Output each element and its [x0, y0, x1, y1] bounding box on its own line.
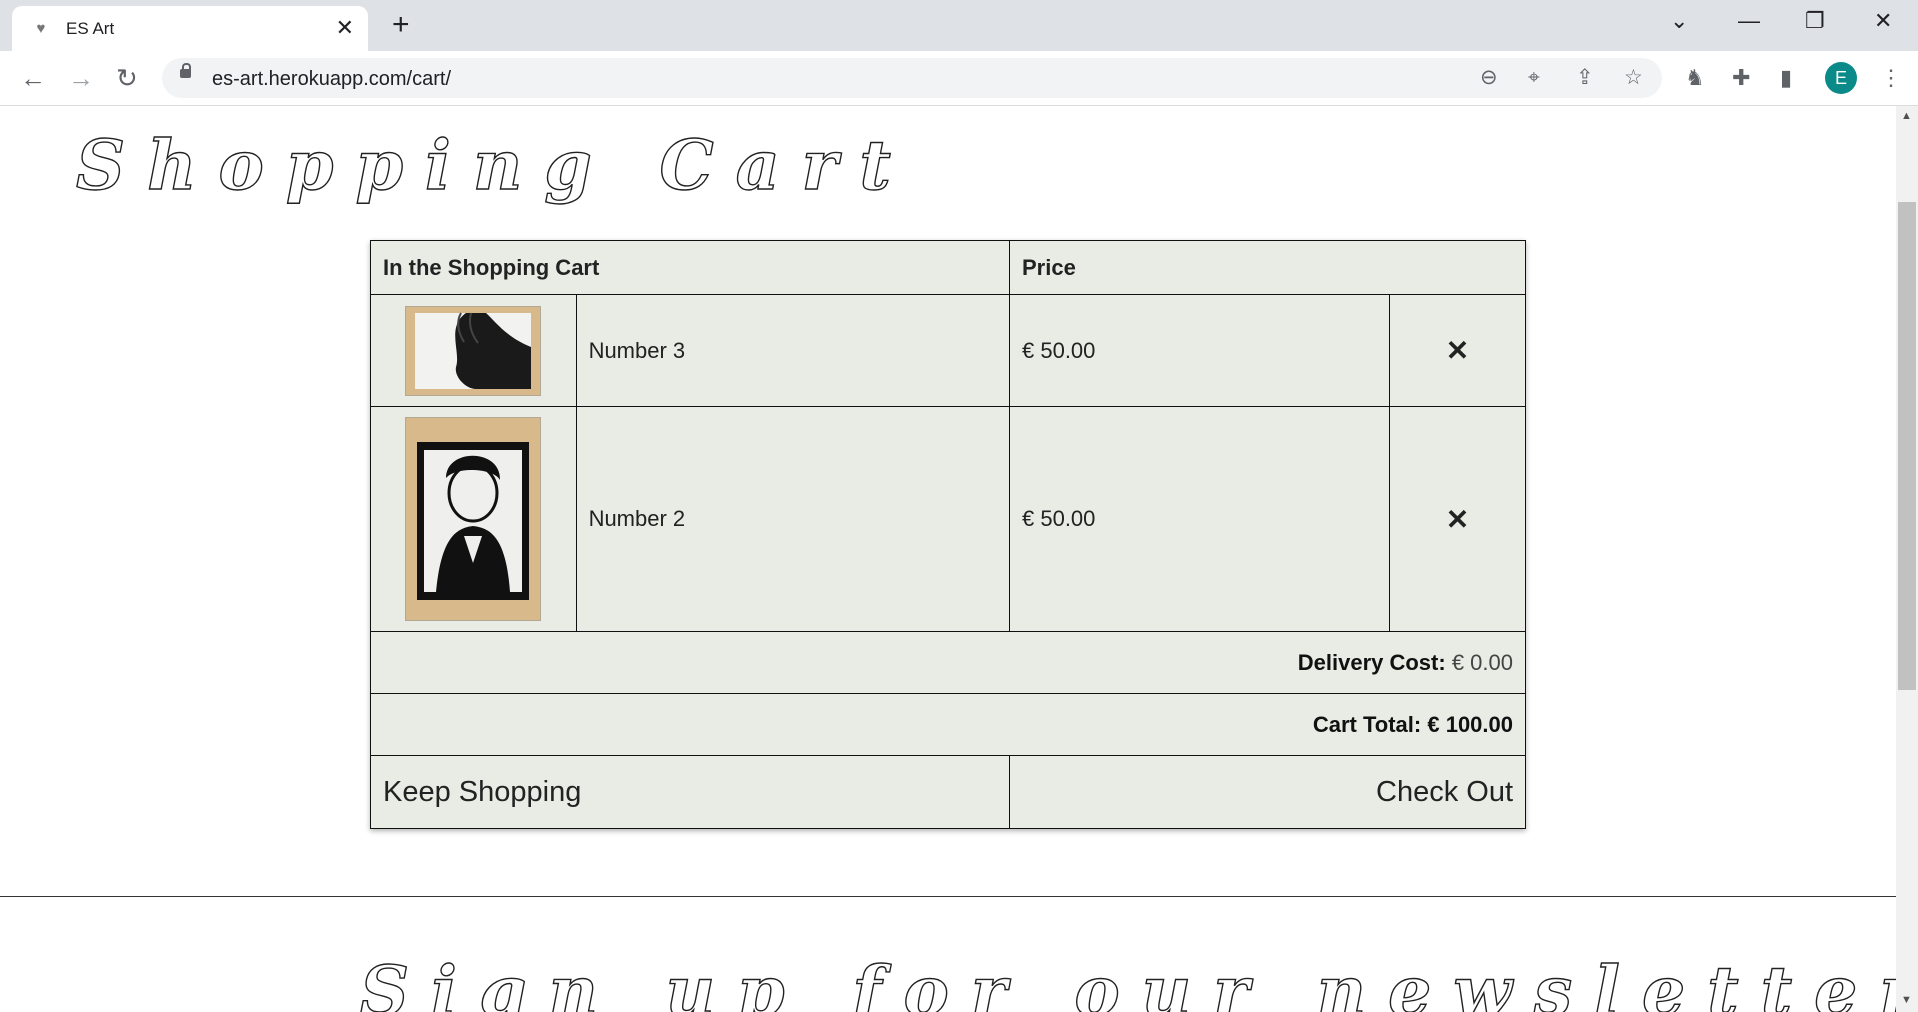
page-content: Shopping Cart In the Shopping Cart Price… — [0, 106, 1896, 1012]
remove-item-icon[interactable]: ✕ — [1389, 406, 1526, 632]
tab-title: ES Art — [66, 19, 115, 38]
restore-button[interactable]: ❐ — [1805, 8, 1825, 34]
total-row: Cart Total: € 100.00 — [370, 693, 1526, 756]
item-price: € 50.00 — [1009, 294, 1390, 407]
lock-icon[interactable] — [180, 63, 191, 78]
minimize-button[interactable]: — — [1738, 8, 1760, 34]
total-value: € 100.00 — [1427, 711, 1513, 737]
item-thumbnail-cell — [370, 406, 577, 632]
scroll-down-icon[interactable]: ▼ — [1901, 994, 1912, 1006]
item-name[interactable]: Number 2 — [575, 406, 1011, 632]
tab-search-icon[interactable]: ⌄ — [1670, 8, 1688, 34]
item-price: € 50.00 — [1009, 406, 1390, 632]
scrollbar-thumb[interactable] — [1898, 202, 1916, 690]
footer-divider — [0, 896, 1896, 897]
artwork-thumbnail-number-2[interactable] — [405, 417, 542, 621]
page-scrollbar[interactable]: ▲ ▼ — [1896, 106, 1918, 1012]
delivery-row: Delivery Cost: € 0.00 — [370, 631, 1526, 694]
check-out-link[interactable]: Check Out — [1009, 755, 1526, 829]
item-column-header: In the Shopping Cart — [370, 240, 1010, 295]
profile-avatar[interactable]: E — [1825, 62, 1857, 94]
delivery-label: Delivery Cost: — [1297, 649, 1446, 675]
url-text[interactable]: es-art.herokuapp.com/cart/ — [212, 68, 451, 91]
cart-table: In the Shopping Cart Price Number 3 € 50… — [370, 240, 1526, 829]
price-column-header: Price — [1009, 240, 1526, 295]
side-panel-icon[interactable]: ▮ — [1780, 65, 1792, 91]
tab-strip: ♥ ES Art ✕ + ⌄ — ❐ ✕ — [0, 0, 1918, 51]
extension-unicorn-icon[interactable]: ♞ — [1685, 65, 1705, 91]
new-tab-button[interactable]: + — [392, 10, 410, 40]
close-window-button[interactable]: ✕ — [1874, 8, 1892, 34]
scroll-up-icon[interactable]: ▲ — [1901, 110, 1912, 122]
item-thumbnail-cell — [370, 294, 577, 407]
table-row: Number 3 € 50.00 ✕ — [370, 294, 1526, 407]
actions-row: Keep Shopping Check Out — [370, 755, 1526, 829]
share-icon[interactable]: ⇪ — [1576, 66, 1594, 90]
newsletter-heading: Sign up for our newsletter — [359, 951, 1896, 1012]
delivery-value: € 0.00 — [1451, 649, 1513, 675]
browser-toolbar: ← → ↻ es-art.herokuapp.com/cart/ ⊖ ⌖ ⇪ ☆… — [0, 51, 1918, 106]
browser-tab[interactable]: ♥ ES Art ✕ — [12, 6, 368, 51]
total-cell: Cart Total: € 100.00 — [370, 693, 1526, 756]
keep-shopping-link[interactable]: Keep Shopping — [370, 755, 1010, 829]
menu-kebab-icon[interactable]: ⋮ — [1880, 65, 1902, 91]
close-tab-icon[interactable]: ✕ — [336, 16, 354, 40]
zoom-icon[interactable]: ⊖ — [1480, 66, 1498, 90]
site-favicon-icon: ♥ — [36, 20, 46, 37]
remove-item-icon[interactable]: ✕ — [1389, 294, 1526, 407]
item-name[interactable]: Number 3 — [575, 294, 1011, 407]
page-title: Shopping Cart — [75, 125, 913, 206]
forward-icon[interactable]: → — [68, 63, 94, 93]
total-label: Cart Total: — [1312, 711, 1422, 737]
reload-icon[interactable]: ↻ — [116, 63, 138, 93]
address-bar[interactable]: es-art.herokuapp.com/cart/ ⊖ ⌖ ⇪ ☆ — [162, 58, 1662, 98]
location-icon[interactable]: ⌖ — [1528, 66, 1540, 90]
delivery-cell: Delivery Cost: € 0.00 — [370, 631, 1526, 694]
bookmark-star-icon[interactable]: ☆ — [1624, 66, 1643, 90]
back-icon[interactable]: ← — [20, 63, 46, 93]
artwork-thumbnail-number-3[interactable] — [405, 305, 542, 396]
table-row: Number 2 € 50.00 ✕ — [370, 406, 1526, 632]
extensions-puzzle-icon[interactable]: ✚ — [1732, 65, 1750, 91]
